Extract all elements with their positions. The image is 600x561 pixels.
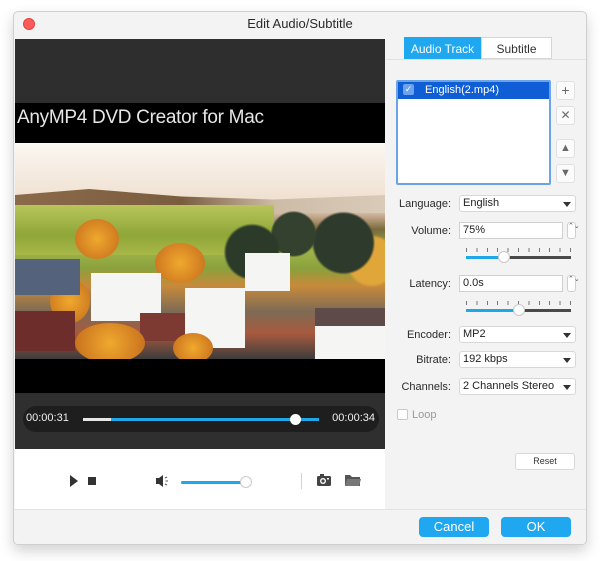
remove-track-button[interactable]: ✕ [556, 106, 575, 125]
scene-house [245, 253, 290, 291]
window-title: Edit Audio/Subtitle [247, 16, 353, 31]
track-label: English(2.mp4) [425, 84, 499, 96]
stop-icon[interactable] [88, 477, 96, 485]
move-up-button[interactable]: ▲ [556, 139, 575, 158]
cancel-button[interactable]: Cancel [419, 517, 489, 537]
loop-label: Loop [412, 409, 437, 421]
checkbox-box[interactable] [397, 409, 408, 420]
add-track-button[interactable]: + [556, 81, 575, 100]
camera-icon[interactable] [316, 473, 332, 492]
arrow-up-icon: ▲ [560, 142, 571, 154]
bitrate-select[interactable]: 192 kbps [459, 351, 576, 368]
slider-handle[interactable] [497, 251, 510, 263]
channels-label: Channels: [401, 381, 451, 393]
language-select[interactable]: English [459, 195, 576, 212]
seek-handle[interactable] [290, 414, 302, 425]
scene-tree [155, 243, 205, 283]
slider-handle[interactable] [512, 304, 525, 316]
scene-roof [315, 308, 385, 326]
divider [386, 59, 586, 60]
video-preview-panel: AnyMP4 DVD Creator for Mac 00:00:31 00:0… [15, 39, 385, 449]
language-label: Language: [399, 198, 451, 210]
encoder-label: Encoder: [406, 329, 451, 341]
latency-label: Latency: [409, 278, 451, 290]
seek-played-segment [83, 418, 111, 421]
track-checkbox[interactable]: ✓ [403, 84, 414, 95]
close-icon: ✕ [560, 108, 571, 122]
current-time: 00:00:31 [26, 412, 69, 424]
speaker-icon[interactable] [155, 474, 171, 493]
divider [301, 473, 302, 489]
chevron-down-icon [563, 202, 571, 207]
scene-roof [15, 311, 75, 351]
volume-handle[interactable] [240, 476, 252, 488]
chevron-down-icon [563, 333, 571, 338]
title-bar: Edit Audio/Subtitle [14, 12, 586, 38]
language-value: English [463, 197, 500, 209]
video-watermark-text: AnyMP4 DVD Creator for Mac [17, 107, 264, 128]
bitrate-value: 192 kbps [463, 353, 508, 365]
dialog-footer: Cancel OK [14, 510, 586, 544]
channels-value: 2 Channels Stereo [463, 380, 555, 392]
scene-solar-roof [15, 259, 80, 295]
scene-tree [75, 219, 119, 259]
volume-slider[interactable] [181, 481, 243, 484]
play-icon[interactable] [70, 475, 78, 487]
player-controls [15, 449, 385, 509]
edit-audio-subtitle-dialog: Edit Audio/Subtitle AnyMP4 DVD Creator f… [13, 11, 587, 545]
volume-stepper[interactable]: ⌃⌄ [567, 222, 580, 239]
audio-track-list[interactable]: ✓ English(2.mp4) [396, 80, 551, 185]
ok-button[interactable]: OK [501, 517, 571, 537]
encoder-select[interactable]: MP2 [459, 326, 576, 343]
chevron-down-icon [563, 358, 571, 363]
tab-bar: Audio Track Subtitle [404, 37, 552, 59]
move-down-button[interactable]: ▼ [556, 164, 575, 183]
latency-slider[interactable] [466, 301, 571, 316]
scene-trees [218, 198, 385, 288]
letterbox-top [15, 39, 385, 103]
reset-button[interactable]: Reset [515, 453, 575, 470]
volume-input[interactable]: 75% [459, 222, 563, 239]
playback-bar: 00:00:31 00:00:34 [23, 406, 379, 432]
list-item[interactable]: ✓ English(2.mp4) [398, 82, 549, 99]
loop-checkbox[interactable]: Loop [397, 409, 436, 421]
channels-select[interactable]: 2 Channels Stereo [459, 378, 576, 395]
volume-label: Volume: [411, 225, 451, 237]
encoder-value: MP2 [463, 328, 486, 340]
end-time: 00:00:34 [332, 412, 375, 424]
video-scene-image [15, 143, 385, 363]
tab-subtitle[interactable]: Subtitle [481, 37, 552, 59]
letterbox-bottom [15, 359, 385, 393]
bitrate-label: Bitrate: [416, 354, 451, 366]
folder-icon[interactable] [344, 473, 362, 492]
video-frame: AnyMP4 DVD Creator for Mac [15, 39, 385, 393]
arrow-down-icon: ▼ [560, 167, 571, 179]
close-window-button[interactable] [23, 18, 35, 30]
volume-level-slider[interactable] [466, 248, 571, 263]
plus-icon: + [561, 82, 570, 98]
seek-slider[interactable] [83, 414, 319, 425]
tab-audio-track[interactable]: Audio Track [404, 37, 481, 59]
slider-fill [466, 309, 519, 312]
latency-input[interactable]: 0.0s [459, 275, 563, 292]
latency-stepper[interactable]: ⌃⌄ [567, 275, 580, 292]
chevron-down-icon [563, 385, 571, 390]
scene-tree [75, 323, 145, 363]
slider-ticks [466, 248, 571, 252]
